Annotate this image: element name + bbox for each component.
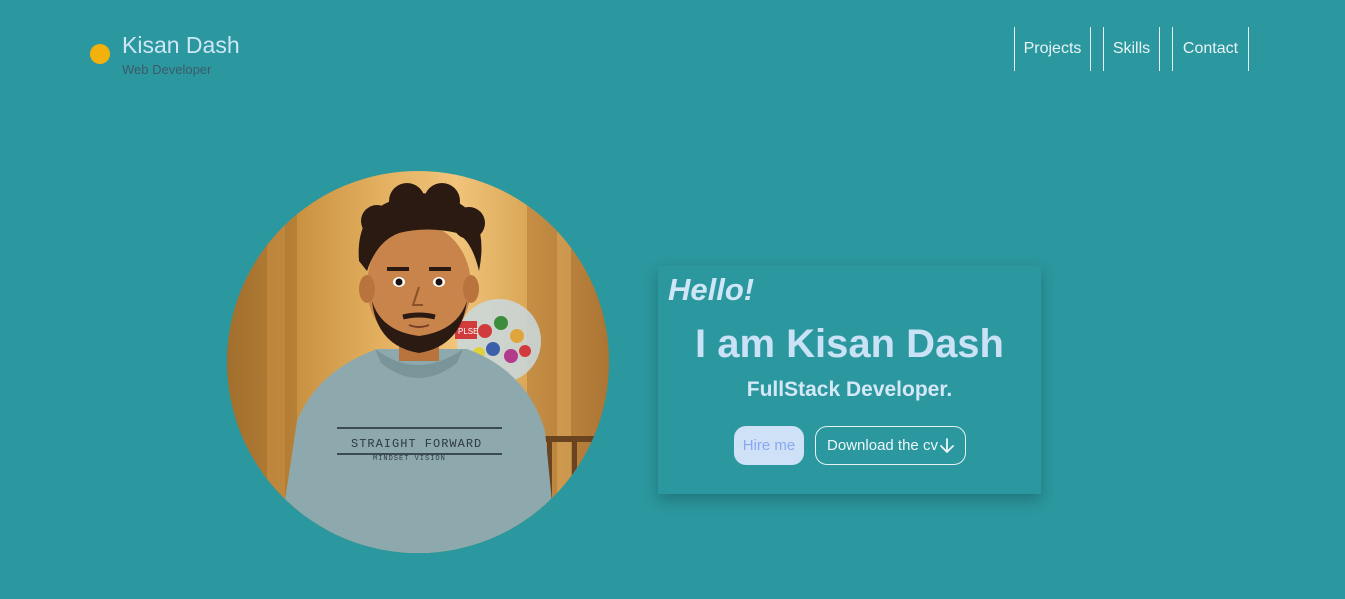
hero-card: Hello! I am Kisan Dash FullStack Develop… <box>658 266 1041 494</box>
arrow-down-icon <box>940 437 954 454</box>
profile-avatar: PLSE STRAIGHT FORWARD MINDSET VISION <box>227 171 609 553</box>
brand-dot-icon <box>90 44 110 64</box>
download-cv-label: Download the cv <box>827 437 938 454</box>
avatar-illustration: PLSE STRAIGHT FORWARD MINDSET VISION <box>227 171 609 553</box>
download-cv-button[interactable]: Download the cv <box>815 426 966 465</box>
greeting: Hello! <box>668 272 755 307</box>
page: Kisan Dash Web Developer Projects Skills… <box>0 0 1345 599</box>
nav-item-contact[interactable]: Contact <box>1172 27 1249 71</box>
sweater-subtext: MINDSET VISION <box>373 455 446 463</box>
hero-role: FullStack Developer. <box>746 378 953 401</box>
brand-name: Kisan Dash <box>122 32 240 58</box>
sweater-text: STRAIGHT FORWARD <box>351 437 482 451</box>
nav-item-skills[interactable]: Skills <box>1103 27 1160 71</box>
hero-headline: I am Kisan Dash <box>694 322 1004 366</box>
brand-role: Web Developer <box>122 62 212 77</box>
hire-me-button[interactable]: Hire me <box>734 426 804 465</box>
nav-item-projects[interactable]: Projects <box>1014 27 1091 71</box>
sign-text: PLSE <box>458 327 478 336</box>
